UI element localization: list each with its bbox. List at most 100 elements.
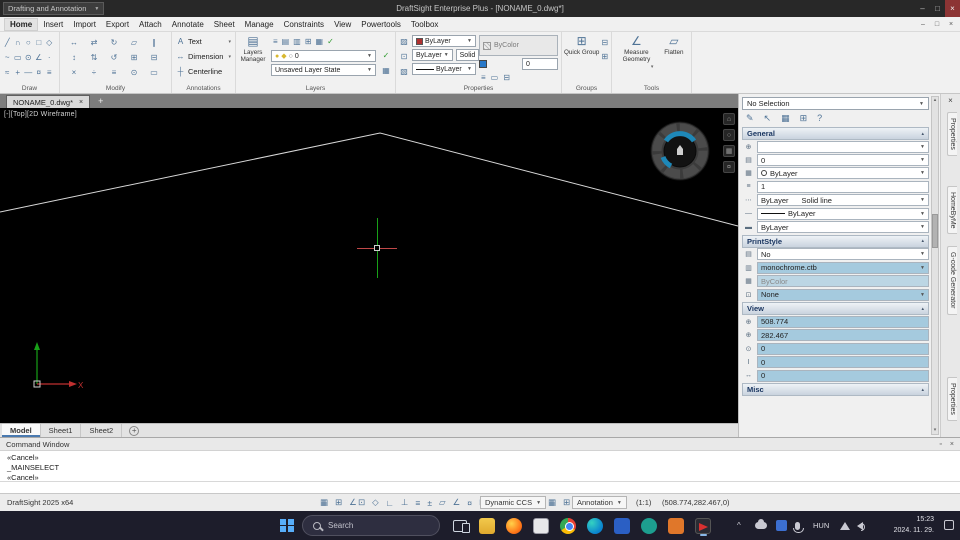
language-indicator[interactable]: HUN (813, 511, 829, 540)
document-tab[interactable]: NONAME_0.dwg* × (6, 95, 91, 108)
collapse-icon[interactable]: ▴ (921, 131, 924, 137)
draw-tool-icon[interactable]: ∩ (15, 38, 21, 47)
layer-tool-icon[interactable]: ✓ (327, 37, 334, 46)
task-view-button[interactable] (448, 514, 472, 537)
chevron-down-icon[interactable]: ▼ (467, 66, 472, 72)
ortho-toggle-icon[interactable]: ∠ (349, 497, 357, 508)
onedrive-tray-button[interactable] (755, 511, 767, 540)
viewport-control-icon[interactable]: ▦ (723, 145, 735, 157)
modify-tool-icon[interactable]: × (72, 68, 77, 77)
chevron-down-icon[interactable]: ▼ (367, 53, 372, 59)
draw-tool-icon[interactable]: ◇ (46, 38, 52, 47)
modify-tool-icon[interactable]: ≡ (112, 68, 117, 77)
network-button[interactable] (840, 511, 850, 540)
modify-tool-icon[interactable]: ↺ (111, 53, 118, 62)
command-history[interactable]: «Cancel» _MAINSELECT «Cancel» (0, 451, 960, 493)
chevron-down-icon[interactable]: ▼ (444, 52, 449, 58)
ccs-select[interactable]: Dynamic CCS ▼ (480, 496, 547, 509)
ungroup-icon[interactable]: ⊟ (601, 38, 608, 47)
draw-tool-icon[interactable]: ╱ (5, 38, 10, 47)
viewport-control-icon[interactable]: ⌂ (723, 113, 735, 125)
app-button[interactable] (664, 514, 688, 537)
properties-scrollbar[interactable]: ▴ ▾ (931, 96, 939, 435)
layer-preview-icon[interactable]: ▦ (382, 66, 390, 75)
draw-tool-icon[interactable]: ○ (26, 38, 31, 47)
add-sheet-button[interactable]: + (129, 425, 140, 436)
flatten-button[interactable]: ▱ Flatten (664, 32, 683, 70)
draw-tool-icon[interactable]: ∠ (35, 53, 42, 62)
section-header-general[interactable]: General ▴ (742, 127, 929, 140)
status-toggle-icon[interactable]: ≡ (415, 498, 420, 508)
draw-tool-icon[interactable]: · (48, 53, 51, 62)
palette-tab-properties[interactable]: Properties (947, 112, 957, 156)
modify-tool-icon[interactable]: ⇅ (91, 53, 98, 62)
thickness-field[interactable]: 0 (522, 58, 558, 70)
section-header-view[interactable]: View ▴ (742, 302, 929, 316)
app-button[interactable] (529, 514, 553, 537)
ribbon-group-label-properties[interactable]: Properties (396, 85, 561, 92)
status-toggle-icon[interactable]: ⊞ (563, 497, 570, 508)
draw-tool-icon[interactable]: + (15, 68, 20, 77)
ribbon-group-label-layers[interactable]: Layers (236, 85, 395, 92)
draw-tool-icon[interactable]: ~ (5, 53, 10, 62)
dimension-tool-button[interactable]: ↔ Dimension ▾ (174, 50, 233, 63)
ribbon-group-label-annotations[interactable]: Annotations (172, 85, 235, 92)
draw-tool-icon[interactable]: ≈ (5, 68, 9, 77)
close-button[interactable]: × (945, 0, 960, 17)
status-toggle-icon[interactable]: ⊡ (358, 497, 365, 508)
menu-annotate[interactable]: Annotate (167, 19, 209, 30)
modify-tool-icon[interactable]: ÷ (92, 68, 96, 77)
chevron-down-icon[interactable]: ▼ (920, 170, 925, 176)
modify-tool-icon[interactable]: ⊞ (131, 53, 138, 62)
dock-icon[interactable]: ▫ (939, 441, 941, 448)
draw-tool-icon[interactable]: □ (36, 38, 41, 47)
microphone-tray-button[interactable] (793, 511, 804, 540)
menu-constraints[interactable]: Constraints (279, 19, 329, 30)
doc-close-button[interactable]: × (944, 17, 958, 31)
layers-manager-button[interactable]: ▤ Layers Manager (238, 35, 268, 83)
properties-extra-icon[interactable]: ≡ (481, 73, 486, 82)
start-button[interactable] (280, 511, 294, 540)
menu-home[interactable]: Home (4, 17, 39, 31)
chevron-down-icon[interactable]: ▼ (920, 265, 925, 271)
app-button[interactable] (610, 514, 634, 537)
viewport-controls-label[interactable]: [-][Top][2D Wireframe] (4, 111, 77, 118)
property-painter-icon[interactable]: ⊡ (401, 52, 408, 61)
status-toggle-icon[interactable]: ⊥ (401, 497, 408, 508)
menu-manage[interactable]: Manage (240, 19, 279, 30)
linescale-field[interactable]: 1 (757, 180, 929, 193)
draw-tool-icon[interactable]: ▭ (14, 53, 22, 62)
layer-field[interactable]: 0 ▼ (757, 154, 929, 167)
chevron-down-icon[interactable]: ▼ (536, 500, 541, 506)
menu-insert[interactable]: Insert (38, 19, 68, 30)
status-toggle-icon[interactable]: ∟ (386, 498, 394, 508)
chevron-down-icon[interactable]: ▾ (228, 54, 231, 60)
modify-tool-icon[interactable]: ⊙ (131, 68, 138, 77)
chevron-down-icon[interactable]: ▼ (920, 144, 925, 150)
modify-tool-icon[interactable]: ⊟ (151, 53, 158, 62)
tab-sheet1[interactable]: Sheet1 (41, 424, 82, 437)
modify-tool-icon[interactable]: ↕ (72, 53, 76, 62)
draw-tool-icon[interactable]: ⊙ (25, 53, 32, 62)
scroll-down-icon[interactable]: ▾ (934, 427, 937, 434)
section-header-misc[interactable]: Misc ▴ (742, 383, 929, 397)
palette-tab-homebyme[interactable]: HomeByMe (947, 185, 957, 235)
chrome-button[interactable] (556, 514, 580, 537)
doc-minimize-button[interactable]: – (916, 17, 930, 31)
palette-tab-gcode[interactable]: G-code Generator (947, 246, 957, 315)
chevron-down-icon[interactable]: ▼ (367, 67, 372, 73)
minimize-button[interactable]: – (915, 0, 930, 17)
collapse-icon[interactable]: ▴ (921, 387, 924, 393)
color-field[interactable]: ByLayer ▼ (757, 167, 929, 180)
app-button[interactable] (637, 514, 661, 537)
view-width-field[interactable]: 0 (757, 369, 929, 382)
status-toggle-icon[interactable]: ◇ (372, 497, 379, 508)
status-toggle-icon[interactable]: ∠ (453, 497, 461, 508)
linetype-select[interactable]: ByLayer ▼ (412, 49, 453, 61)
chevron-down-icon[interactable]: ▾ (651, 64, 654, 70)
chevron-down-icon[interactable]: ▼ (617, 500, 622, 506)
edge-button[interactable] (583, 514, 607, 537)
text-tool-button[interactable]: A Text ▾ (174, 35, 233, 48)
collapse-icon[interactable]: ▴ (921, 238, 924, 244)
menu-powertools[interactable]: Powertools (356, 19, 406, 30)
